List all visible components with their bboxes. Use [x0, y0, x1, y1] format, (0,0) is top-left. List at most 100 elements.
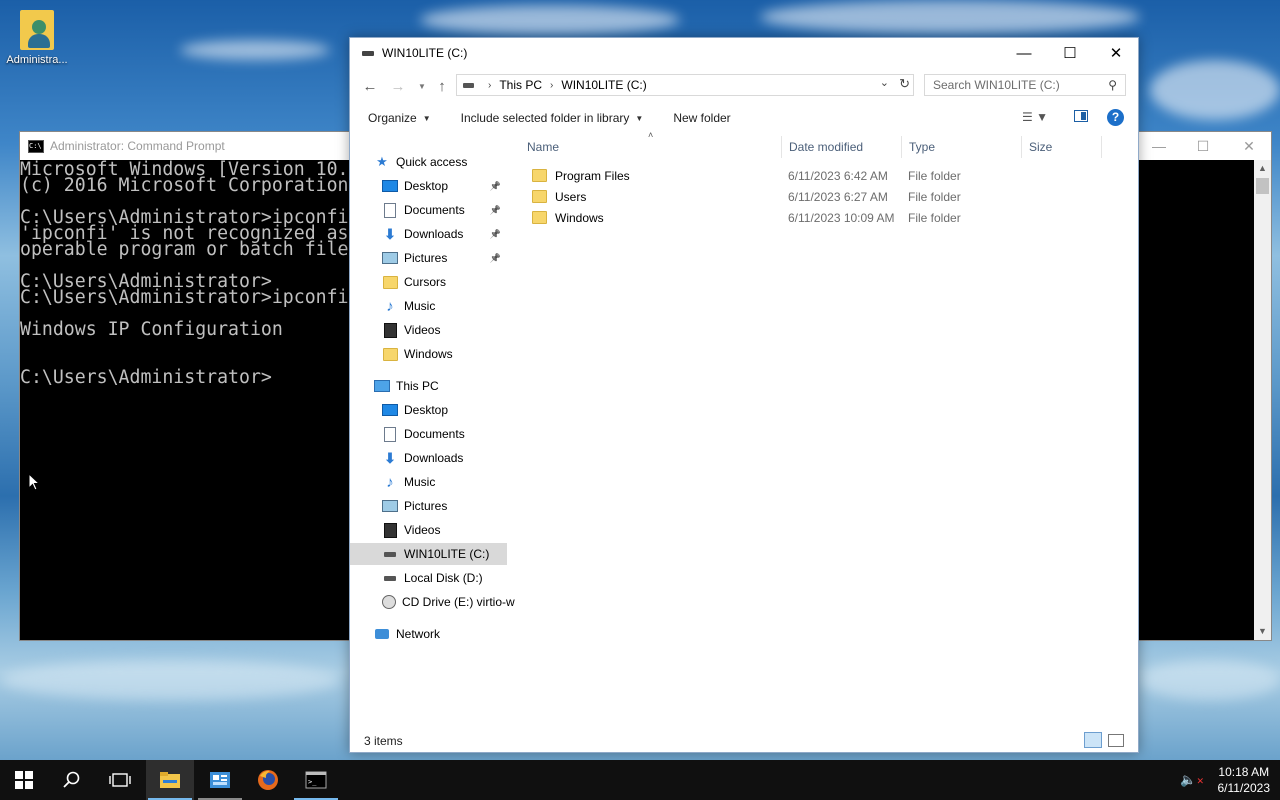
change-view-icon[interactable]: ☰ ▼	[1022, 110, 1048, 124]
nav-item-label: Downloads	[404, 451, 464, 465]
search-icon	[63, 771, 80, 788]
column-headers: ˄ Name Date modified Type Size	[520, 130, 1102, 158]
folder-icon	[532, 190, 547, 203]
large-icons-view-icon[interactable]	[1108, 734, 1124, 747]
pin-icon[interactable]: 📌	[490, 229, 501, 240]
task-view-icon	[109, 773, 131, 787]
organize-label: Organize	[368, 111, 417, 125]
nav-this-pc-item[interactable]: CD Drive (E:) virtio-w	[350, 591, 515, 613]
nav-this-pc-item[interactable]: Pictures	[350, 495, 507, 517]
file-name: Users	[555, 189, 587, 204]
folder-icon	[532, 169, 547, 182]
file-row[interactable]: Program Files 6/11/2023 6:42 AM File folde…	[528, 165, 1108, 186]
up-icon[interactable]: ↑	[430, 72, 454, 100]
nav-quick-access[interactable]: ★ Quick access	[350, 151, 507, 173]
user-folder-icon	[20, 10, 54, 50]
nav-this-pc-item[interactable]: Documents	[350, 423, 507, 445]
explorer-titlebar[interactable]: WIN10LITE (C:) — ☐ ✕	[350, 38, 1138, 68]
taskbar-command-prompt[interactable]: >_	[292, 760, 340, 800]
address-bar[interactable]: › This PC › WIN10LITE (C:) ⌄ ↻	[456, 74, 914, 96]
file-row[interactable]: Users 6/11/2023 6:27 AM File folder	[528, 186, 1108, 207]
column-name[interactable]: Name	[520, 136, 782, 158]
organize-button[interactable]: Organize ▼	[368, 111, 431, 125]
file-type: File folder	[908, 189, 961, 204]
chevron-down-icon[interactable]: ⌄	[880, 76, 889, 89]
details-view-icon[interactable]	[1084, 732, 1102, 748]
nav-quick-item[interactable]: ♪ Music	[350, 295, 507, 317]
desktop-icon-administrator[interactable]: Administra...	[2, 10, 72, 66]
column-date-modified[interactable]: Date modified	[782, 136, 902, 158]
column-type[interactable]: Type	[902, 136, 1022, 158]
cmd-title: Administrator: Command Prompt	[50, 139, 225, 153]
taskbar-file-explorer[interactable]	[146, 760, 194, 800]
videos-icon	[382, 322, 398, 338]
nav-this-pc-item[interactable]: WIN10LITE (C:)	[350, 543, 507, 565]
nav-quick-item[interactable]: Documents 📌	[350, 199, 507, 221]
control-panel-icon	[210, 772, 230, 788]
firefox-icon	[258, 770, 278, 790]
documents-icon	[382, 426, 398, 442]
cd-drive-icon	[382, 595, 396, 609]
close-button[interactable]: ✕	[1093, 38, 1139, 68]
pin-icon[interactable]: 📌	[490, 253, 501, 264]
svg-text:>_: >_	[308, 778, 317, 786]
breadcrumb-drive[interactable]: WIN10LITE (C:)	[561, 78, 646, 92]
desktop-icon	[382, 403, 398, 417]
task-view-button[interactable]	[96, 760, 144, 800]
breadcrumb-separator-icon: ›	[550, 79, 554, 91]
nav-network[interactable]: Network	[350, 623, 507, 645]
nav-item-label: Network	[396, 627, 441, 641]
nav-quick-item[interactable]: Desktop 📌	[350, 175, 507, 197]
file-name: Program Files	[555, 168, 630, 183]
column-size[interactable]: Size	[1022, 136, 1102, 158]
maximize-button[interactable]: ☐	[1047, 38, 1093, 68]
nav-this-pc-item[interactable]: Videos	[350, 519, 507, 541]
pin-icon[interactable]: 📌	[490, 205, 501, 216]
nav-this-pc-item[interactable]: ⬇ Downloads	[350, 447, 507, 469]
help-icon[interactable]: ?	[1107, 109, 1124, 126]
nav-this-pc[interactable]: This PC	[350, 375, 507, 397]
file-explorer-window[interactable]: WIN10LITE (C:) — ☐ ✕ ← → ▼ ↑ › This PC ›…	[349, 37, 1139, 753]
nav-this-pc-item[interactable]: Desktop	[350, 399, 507, 421]
include-library-button[interactable]: Include selected folder in library ▼	[461, 111, 644, 125]
nav-quick-item[interactable]: Cursors	[350, 271, 507, 293]
chevron-down-icon: ▼	[422, 113, 431, 123]
downloads-icon: ⬇	[384, 225, 396, 242]
nav-item-label: Documents	[404, 427, 465, 441]
nav-item-label: Pictures	[404, 251, 448, 265]
refresh-icon[interactable]: ↻	[899, 76, 910, 92]
videos-icon	[382, 522, 398, 538]
nav-item-label: Cursors	[404, 275, 447, 289]
volume-muted-icon[interactable]: 🔈✕	[1180, 772, 1204, 788]
back-icon[interactable]: ←	[358, 72, 382, 100]
command-prompt-icon: >_	[305, 771, 327, 789]
nav-item-label: Music	[404, 475, 436, 489]
nav-quick-item[interactable]: ⬇ Downloads 📌	[350, 223, 507, 245]
search-input[interactable]: Search WIN10LITE (C:) ⚲	[924, 74, 1126, 96]
start-button[interactable]	[0, 760, 48, 800]
nav-quick-item[interactable]: Videos	[350, 319, 507, 341]
nav-quick-item[interactable]: Pictures 📌	[350, 247, 507, 269]
nav-item-label: Documents	[404, 203, 465, 217]
file-date: 6/11/2023 6:42 AM	[788, 168, 888, 183]
pin-icon[interactable]: 📌	[490, 181, 501, 192]
preview-pane-icon[interactable]	[1074, 110, 1088, 122]
taskbar-firefox[interactable]	[244, 760, 292, 800]
nav-this-pc-item[interactable]: ♪ Music	[350, 471, 507, 493]
new-folder-button[interactable]: New folder	[673, 111, 730, 125]
taskbar-control-panel[interactable]	[196, 760, 244, 800]
system-clock[interactable]: 10:18 AM 6/11/2023	[1218, 764, 1271, 796]
minimize-button[interactable]: —	[1001, 38, 1047, 68]
forward-icon[interactable]: →	[386, 72, 410, 100]
nav-this-pc-item[interactable]: Local Disk (D:)	[350, 567, 507, 589]
background-window-edge	[1140, 131, 1272, 641]
breadcrumb-this-pc[interactable]: This PC	[499, 78, 542, 92]
nav-quick-item[interactable]: Windows	[350, 343, 507, 365]
downloads-icon: ⬇	[384, 449, 396, 466]
file-date: 6/11/2023 6:27 AM	[788, 189, 888, 204]
folder-icon	[382, 347, 398, 361]
file-row[interactable]: Windows 6/11/2023 10:09 AM File folder	[528, 207, 1108, 228]
search-button[interactable]	[48, 760, 96, 800]
nav-item-label: Videos	[404, 523, 441, 537]
file-date: 6/11/2023 10:09 AM	[788, 210, 895, 225]
